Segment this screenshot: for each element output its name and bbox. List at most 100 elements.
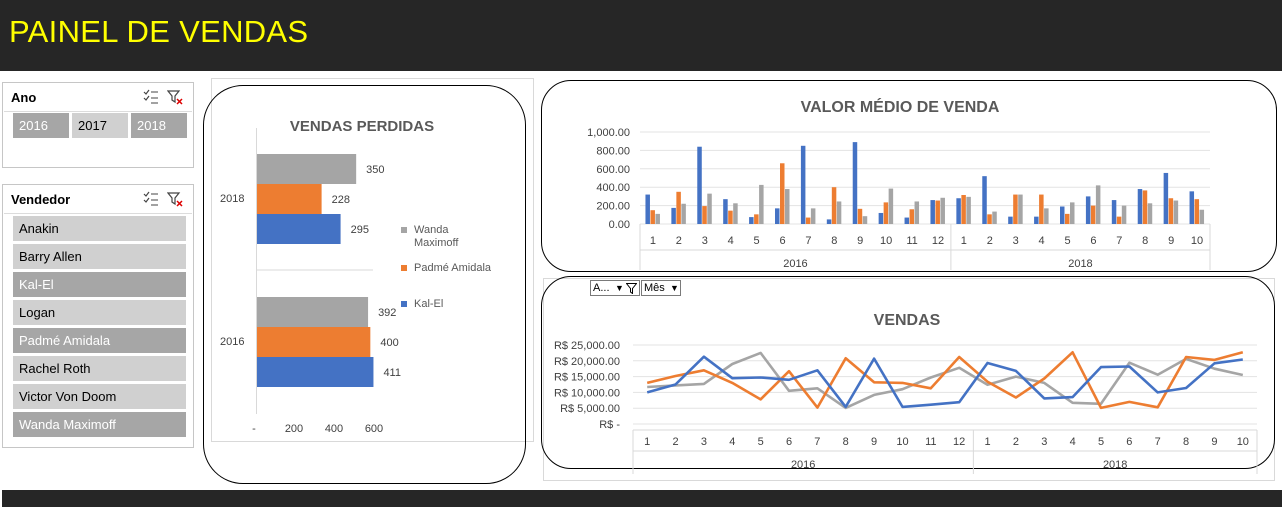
bar [257,297,369,327]
vendor-kal-el-button[interactable]: Kal-El [13,272,186,297]
bar [723,199,728,224]
bar [257,357,374,387]
x-tick-label: 8 [831,235,837,247]
clear-filter-icon[interactable] [167,89,183,105]
x-tick-label: 1 [984,436,990,448]
field-mes-label: Mês [644,282,665,294]
bar [1142,190,1148,224]
bar [697,146,702,224]
x-tick-label: 3 [701,436,707,448]
y-tick-label: R$ - [599,419,620,431]
bar [1147,203,1153,224]
chart-vendas: VENDAS R$ 25,000.00 R$ 20,000.00 R$ 15,000.… [554,312,1258,474]
legend-label: Padmé Amidala [414,262,492,274]
bar [257,327,371,357]
vendor-wanda-maximoff-button[interactable]: Wanda Maximoff [13,412,186,437]
x-tick-label: 1 [961,235,967,247]
category-label: 2016 [220,336,244,348]
bar [1199,209,1205,224]
data-label: 411 [383,367,401,379]
bar [754,214,759,224]
x-tick-label: 4 [1039,235,1045,247]
bar [1137,189,1143,224]
multi-select-icon[interactable] [143,191,159,207]
bar [1168,198,1174,224]
x-tick-label: 6 [779,235,785,247]
y-tick-label: 200.00 [596,201,630,213]
multi-select-icon[interactable] [143,89,159,105]
x-tick-label: 5 [1064,235,1070,247]
bar [810,208,816,224]
chart-title: VENDAS PERDIDAS [290,118,434,135]
y-tick-label: 0.00 [609,219,630,231]
x-tick-label: 1 [650,235,656,247]
x-tick-label: 200 [285,423,303,435]
y-tick-label: R$ 5,000.00 [560,403,620,415]
header-bar: PAINEL DE VENDAS [0,0,1282,71]
x-tick-label: 12 [932,235,944,247]
bar [826,219,832,224]
bar [707,193,712,224]
x-tick-label: 6 [1126,436,1132,448]
bar [655,213,660,224]
bar [831,187,837,224]
vendor-victor-von-doom-button[interactable]: Victor Von Doom [13,384,186,409]
bar [940,197,945,224]
vendor-rachel-roth-button[interactable]: Rachel Roth [13,356,186,381]
field-mes-dropdown[interactable]: Mês ▼ [641,280,681,296]
bar [1090,205,1096,224]
vendor-barry-allen-button[interactable]: Barry Allen [13,244,186,269]
x-tick-label: 400 [325,423,343,435]
y-tick-label: 400.00 [596,182,630,194]
year-2018-button[interactable]: 2018 [131,113,187,138]
y-tick-label: R$ 10,000.00 [554,387,620,399]
x-tick-label: 9 [871,436,877,448]
y-tick-label: 600.00 [596,164,630,176]
chart-title: VALOR MÉDIO DE VENDA [801,97,1000,116]
vendor-logan-button[interactable]: Logan [13,300,186,325]
vendor-anakin-button[interactable]: Anakin [13,216,186,241]
bar [862,216,868,224]
group-label: 2016 [791,459,815,471]
chart-vendas-perdidas: VENDAS PERDIDAS 2018 350 228 295 2016 392 400 41… [220,118,492,435]
legend-swatch [401,227,407,233]
bar [800,145,806,224]
bar [780,163,785,224]
chart-valor-medio-venda: VALOR MÉDIO DE VENDA 1,000.00 800.00 600.00… [587,97,1211,270]
y-tick-label: R$ 20,000.00 [554,356,620,368]
x-tick-label: 8 [1142,235,1148,247]
bar [878,212,884,224]
bar [857,208,863,224]
x-tick-label: 8 [843,436,849,448]
slicer-vendedor-title: Vendedor [11,192,71,207]
bar [775,208,780,224]
bar [702,206,707,224]
bar [992,211,997,224]
year-2017-button[interactable]: 2017 [72,113,128,138]
vendor-padme-amidala-button[interactable]: Padmé Amidala [13,328,186,353]
x-tick-label: 8 [1183,436,1189,448]
bar [836,201,842,224]
field-ano-dropdown[interactable]: A... ▼ [590,280,640,296]
x-tick-label: 7 [1155,436,1161,448]
bar [671,207,676,224]
clear-filter-icon[interactable] [167,191,183,207]
bar [956,198,961,224]
data-label: 295 [351,224,369,236]
year-2016-button[interactable]: 2016 [13,113,69,138]
bar [1189,191,1195,224]
slicer-divider [4,111,192,112]
x-tick-label: 9 [1211,436,1217,448]
bar [1018,194,1023,224]
y-tick-label: 1,000.00 [587,127,630,139]
slicer-vendedor: Vendedor Anakin Barry Allen Kal-El Logan… [2,184,194,448]
bar [982,176,987,224]
x-tick-label: 12 [953,436,965,448]
bar [1173,200,1179,224]
y-tick-label: 800.00 [596,145,630,157]
footer-bar [2,490,1282,507]
x-tick-label: 5 [1098,436,1104,448]
x-tick-label: 3 [702,235,708,247]
x-tick-label: 10 [896,436,908,448]
x-tick-label: 2 [676,235,682,247]
